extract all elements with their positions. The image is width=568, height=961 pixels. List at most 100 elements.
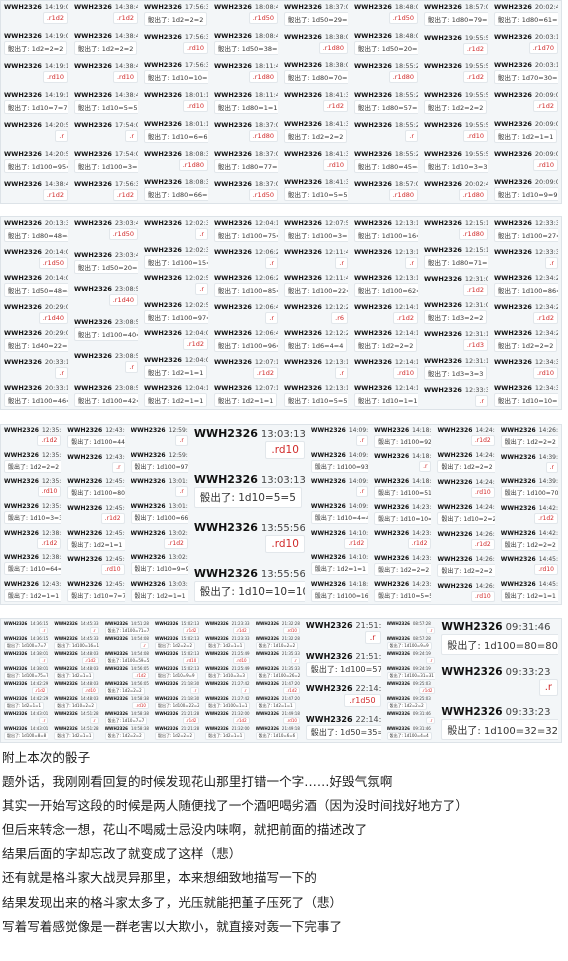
sender-name: WWH2326 <box>4 635 28 641</box>
sender-name: WWH2326 <box>284 61 322 70</box>
result-prefix: 骰出了: <box>378 566 401 574</box>
sender-name: WWH2326 <box>354 329 392 337</box>
message-header: WWH232623:08:59 <box>74 384 138 392</box>
sender-name: WWH2326 <box>386 651 410 657</box>
result-prefix: 骰出了: <box>258 642 274 648</box>
message-header: WWH2326 09:24:19 <box>387 666 436 671</box>
chat-message: WWH2326 21:49:18 .rd10 <box>256 711 300 725</box>
sender-name: WWH2326 <box>424 62 462 70</box>
chat-column: WWH232614:09:05.rWWH232614:09:05骰出了: 1d1… <box>308 425 371 604</box>
message-time: 21:27:42 <box>231 681 250 687</box>
message-header: WWH2326 14:51:28 <box>54 711 98 716</box>
result-value: 1d50=38=38 <box>241 44 278 53</box>
message-header: WWH232612:13:15 <box>354 219 418 227</box>
result-value: 1d100=95=95 <box>31 162 68 171</box>
sender-name: WWH2326 <box>494 33 532 42</box>
sender-name: WWH2326 <box>494 384 532 392</box>
dice-command: .r <box>335 366 348 379</box>
dice-command: .rd10 <box>283 627 300 634</box>
chat-message: WWH232618:55:28.r <box>354 121 418 142</box>
dice-command: .r1d2 <box>462 71 488 83</box>
result-value: 1d100=16=16 <box>381 232 418 240</box>
chat-message: WWH2326 14:45:33 骰出了: 1d100=16=16 <box>54 636 99 650</box>
sender-name: WWH2326 <box>354 384 392 392</box>
chat-message: WWH232617:56:37.r1d2 <box>74 180 138 201</box>
chat-column: WWH232621:51:02.rWWH232621:51:02骰出了: 1d1… <box>303 619 384 742</box>
sender-name: WWH2326 <box>354 247 392 256</box>
message-time: 23:08:59 <box>114 383 138 392</box>
message-time: 14:43:01 <box>30 725 49 731</box>
chat-message: WWH232620:29:08.r1d40 <box>4 303 68 324</box>
message-time: 19:55:52 <box>464 62 488 70</box>
chat-message: WWH232612:11:44.r <box>284 248 348 269</box>
sender-name: WWH2326 <box>214 149 252 158</box>
message-header: WWH232612:35:09 <box>4 503 61 510</box>
message-header: WWH232612:45:02 <box>67 478 124 485</box>
message-time: 14:51:28 <box>80 711 99 717</box>
message-time: 12:35:09 <box>41 502 62 510</box>
sender-name: WWH2326 <box>284 302 322 311</box>
dice-result: 骰出了: 1d80=66=66 <box>144 186 208 201</box>
sender-name: WWH2326 <box>424 330 462 339</box>
chat-message: WWH232612:31:14骰出了: 1d3=3=3 <box>424 357 488 381</box>
message-header: WWH2326 09:25:03 <box>387 696 436 701</box>
message-time: 18:37:00 <box>254 121 278 129</box>
chat-message: WWH232614:23:25骰出了: 1d10=10=10 <box>374 503 432 525</box>
chat-column: WWH232618:57:02骰出了: 1d80=79=79WWH232619:… <box>421 1 491 203</box>
sender-name: WWH2326 <box>374 554 410 562</box>
sender-name: WWH2326 <box>130 529 166 537</box>
result-prefix: 骰出了: <box>428 370 452 379</box>
chat-message: WWH232612:07:16.r1d2 <box>214 358 278 379</box>
result-value: 1d10=3=3 <box>29 514 62 522</box>
dice-result: 骰出了: 1d10=2=2 <box>437 512 495 525</box>
message-time: 18:37:00 <box>254 149 278 158</box>
message-time: 12:15:18 <box>464 219 488 227</box>
result-value: 1d70=30=30 <box>521 74 558 83</box>
sender-name: WWH2326 <box>67 556 103 564</box>
sender-name: WWH2326 <box>4 62 42 70</box>
message-header: WWH232614:20:59 <box>4 121 68 129</box>
dice-result: 骰出了: 1d2=1=1 <box>67 537 125 551</box>
chat-message: WWH232614:20:59骰出了: 1d100=95=95 <box>4 150 68 173</box>
dice-result: 骰出了: 1d2=2=2 <box>74 40 138 55</box>
message-header: WWH232612:43:02 <box>67 427 124 434</box>
message-time: 14:23:25 <box>412 503 432 511</box>
chat-message: WWH232618:41:33骰出了: 1d10=5=5 <box>284 178 348 201</box>
message-header: WWH232618:01:18 <box>144 120 208 128</box>
message-time: 17:54:02 <box>114 121 138 129</box>
chat-message: WWH232613:02:25.r1d2 <box>131 530 188 549</box>
sender-name: WWH2326 <box>4 681 28 687</box>
dice-command: .r <box>240 687 250 695</box>
result-value: 1d2=1=1 <box>222 642 243 648</box>
result-value: 1d100=27=27 <box>521 232 558 240</box>
result-prefix: 骰出了: <box>107 732 123 738</box>
message-header: WWH232612:14:14 <box>354 384 418 392</box>
sender-name: WWH2326 <box>354 149 392 158</box>
result-prefix: 骰出了: <box>57 702 72 708</box>
message-time: 14:48:03 <box>80 665 99 671</box>
sender-name: WWH2326 <box>154 711 179 717</box>
chat-message: WWH2326 09:31:46 .r <box>387 711 436 725</box>
chat-message: WWH232614:38:41.r1d2 <box>74 3 138 24</box>
message-time: 14:26:14 <box>475 531 495 538</box>
chat-message: WWH232623:08:58骰出了: 1d100=40=40 <box>74 318 138 341</box>
message-time: 20:02:43 <box>534 3 558 11</box>
message-time: 14:36:15 <box>30 635 49 641</box>
message-header: WWH2326 09:24:19 <box>387 651 436 656</box>
chat-column: WWH232614:24:39.r1d2WWH232614:24:39骰出了: … <box>434 425 497 604</box>
result-value: 1d2=1=1 <box>29 592 60 600</box>
chat-message: WWH232622:14:15.r1d50 <box>306 684 381 708</box>
dice-result: 骰出了: 1d2=2=2 <box>386 701 427 710</box>
command-text: .r1d50 <box>252 14 274 22</box>
chat-column: WWH232614:38:41.r1d2WWH232614:38:43骰出了: … <box>71 1 141 203</box>
sender-name: WWH2326 <box>67 427 103 434</box>
chat-message: WWH232614:45:31.rd10 <box>501 556 558 576</box>
dice-result: 骰出了: 1d50=35=35 <box>305 724 381 740</box>
message-header: WWH232618:57:02 <box>424 3 488 11</box>
chat-message: WWH232619:55:53骰出了: 1d2=2=2 <box>424 91 488 114</box>
message-time: 14:54:08 <box>130 636 149 642</box>
message-time: 13:03:13 <box>260 474 305 486</box>
message-time: 18:08:34 <box>184 177 208 186</box>
result-value: 1d2=2=2 <box>172 732 192 738</box>
message-time: 12:02:57 <box>184 300 208 309</box>
